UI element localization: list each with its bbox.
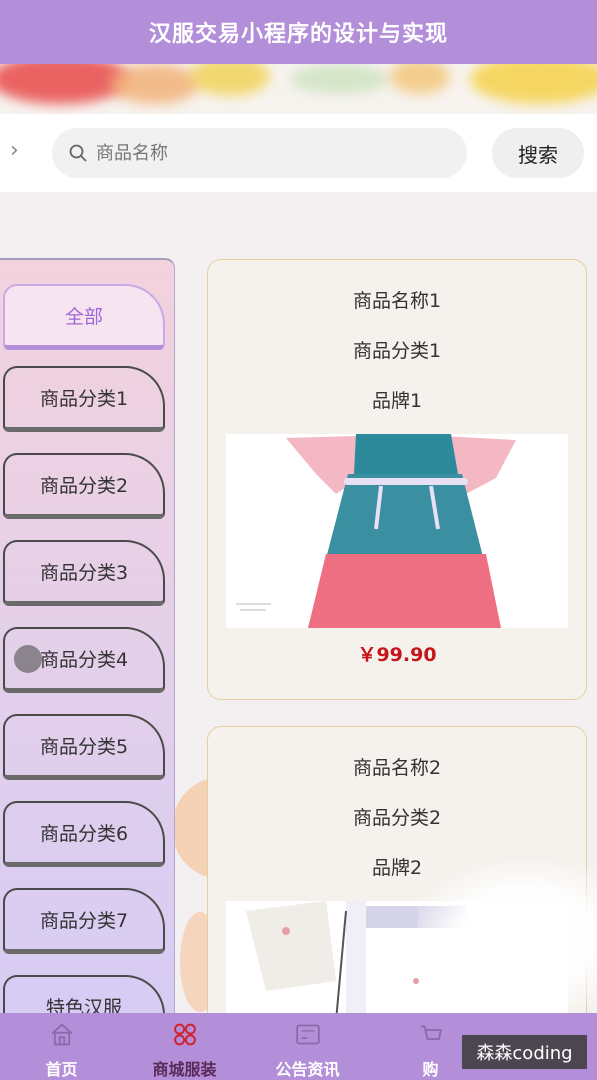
search-bar: › 搜索	[0, 114, 597, 192]
search-input[interactable]	[96, 142, 436, 164]
search-box[interactable]	[52, 128, 467, 178]
category-item[interactable]: 商品分类1	[3, 366, 165, 432]
watermark: 森森coding	[462, 1035, 587, 1069]
chevron-right-icon[interactable]: ›	[10, 136, 30, 166]
category-item[interactable]: 商品分类3	[3, 540, 165, 606]
tab-home[interactable]: 首页	[0, 1013, 123, 1080]
product-brand: 品牌1	[371, 390, 423, 412]
tab-shop-clothing[interactable]: 商城服装	[123, 1013, 246, 1080]
cart-icon	[420, 1025, 442, 1040]
decorative-banner	[0, 64, 597, 114]
news-icon	[295, 1024, 320, 1045]
app-header: 汉服交易小程序的设计与实现	[0, 0, 597, 64]
shop-clothing-icon	[173, 1023, 196, 1046]
fade-overlay	[418, 862, 597, 1013]
category-item[interactable]: 商品分类7	[3, 888, 165, 954]
product-category: 商品分类1	[352, 340, 442, 362]
product-name: 商品名称2	[352, 757, 442, 779]
category-item[interactable]: 商品分类5	[3, 714, 165, 780]
product-name: 商品名称1	[352, 290, 442, 312]
product-category: 商品分类2	[352, 807, 442, 829]
tab-news-label: 公告资讯	[275, 1060, 340, 1079]
category-all[interactable]: 全部	[3, 284, 165, 350]
product-card[interactable]: 商品名称1 商品分类1 品牌1 ￥99.90	[207, 259, 587, 700]
home-icon	[50, 1023, 73, 1046]
touch-indicator	[14, 645, 42, 673]
category-item[interactable]: 商品分类2	[3, 453, 165, 519]
product-image[interactable]	[226, 434, 568, 628]
search-icon	[69, 144, 87, 162]
tab-cart-label: 购	[422, 1060, 439, 1079]
app-title: 汉服交易小程序的设计与实现	[148, 21, 448, 47]
tab-shop-clothing-label: 商城服装	[152, 1060, 217, 1079]
product-price: ￥99.90	[357, 644, 437, 666]
category-sidebar: 全部 商品分类1 商品分类2 商品分类3 商品分类4 商品分类5 商品分类6 商…	[0, 258, 175, 1018]
tab-news[interactable]: 公告资讯	[246, 1013, 369, 1080]
search-button[interactable]: 搜索	[492, 128, 584, 178]
category-item[interactable]: 商品分类6	[3, 801, 165, 867]
tab-home-label: 首页	[45, 1060, 78, 1079]
category-item[interactable]: 特色汉服	[3, 975, 165, 1018]
hanfu-dress-image	[226, 434, 568, 628]
